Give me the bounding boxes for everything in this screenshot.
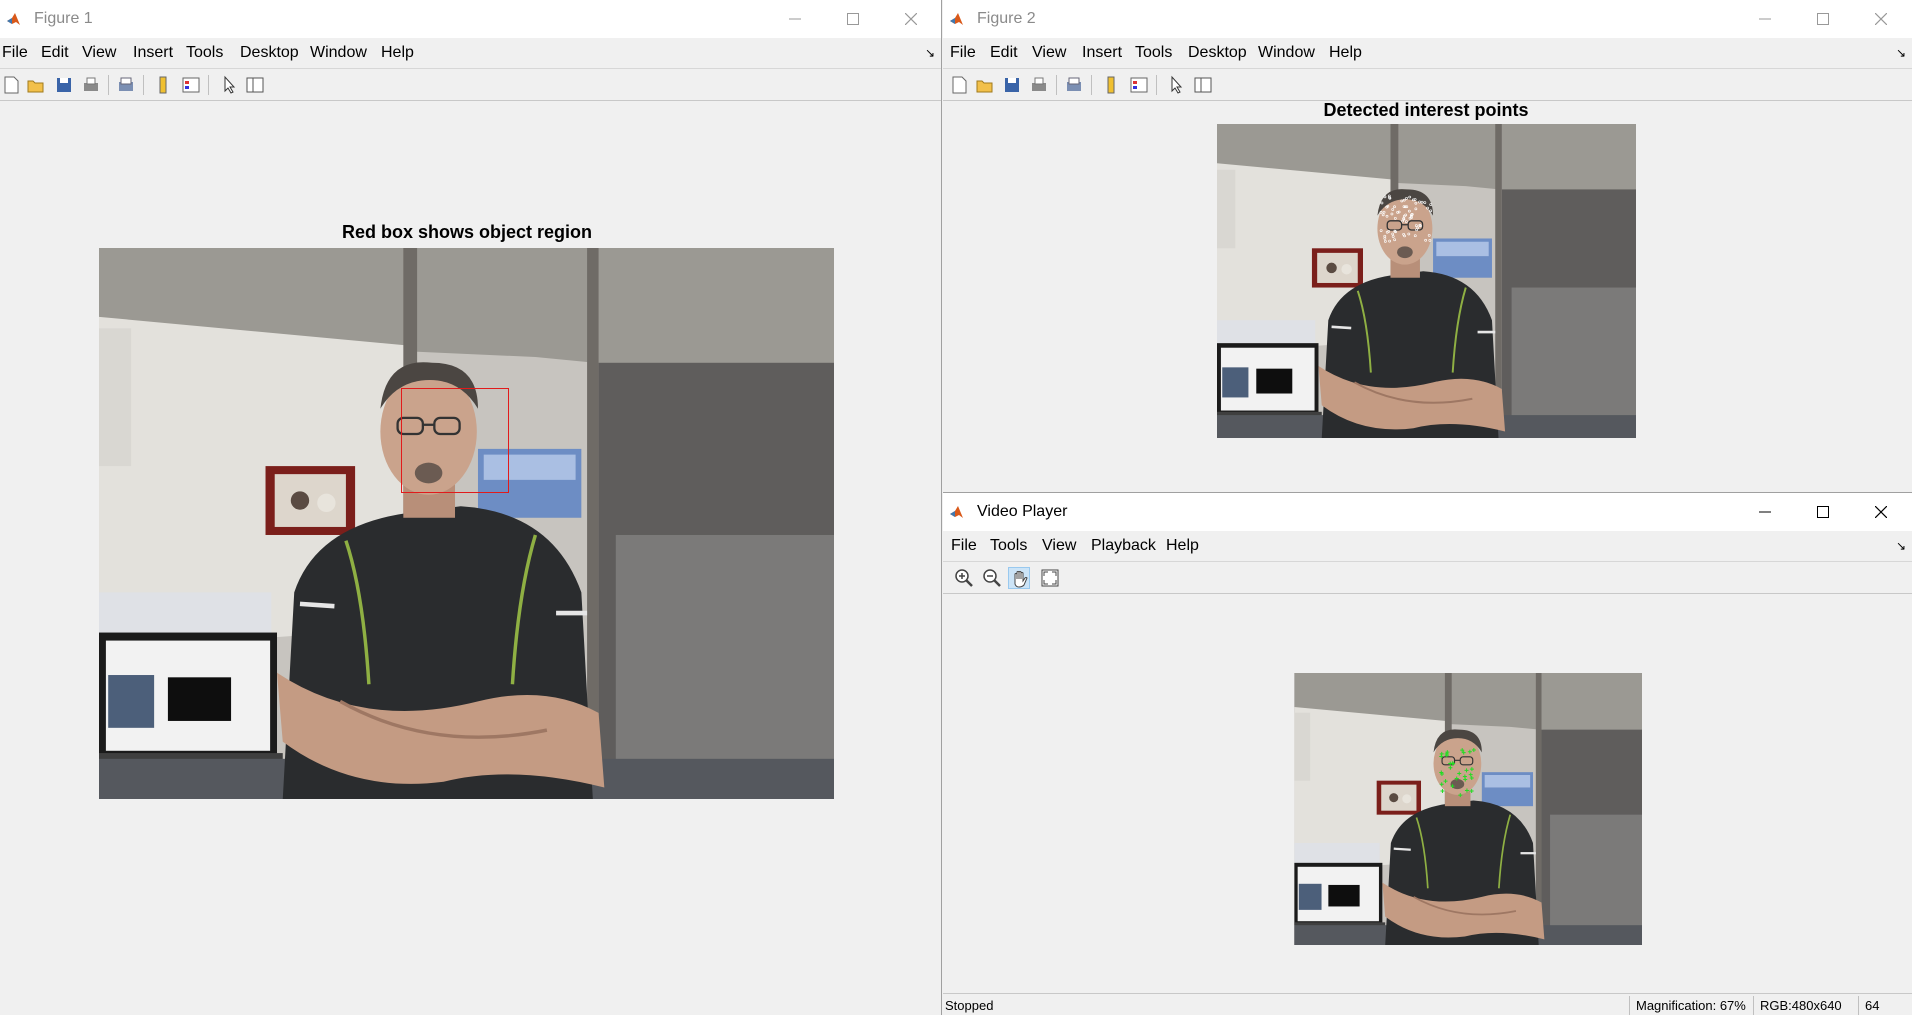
legend-icon[interactable] [180,74,202,96]
menu-playback[interactable]: Playback [1091,537,1156,555]
video-frame-image[interactable] [99,248,834,799]
menu-view[interactable]: View [1032,44,1066,62]
playback-status: Stopped [945,998,994,1013]
menu-file[interactable]: File [951,537,977,555]
toolbar-separator [208,75,209,95]
maximize-button[interactable] [824,0,882,38]
menubar: File Tools View Playback Help ↘ [943,531,1912,561]
minimize-icon [1759,511,1771,513]
legend-icon[interactable] [1128,74,1150,96]
menubar: File Edit View Insert Tools Desktop Wind… [0,38,941,68]
new-figure-icon[interactable] [0,74,22,96]
minimize-button[interactable] [766,0,824,38]
menu-window[interactable]: Window [1258,44,1315,62]
menu-help[interactable]: Help [381,44,414,62]
dock-arrow-icon[interactable]: ↘ [925,46,935,60]
menu-insert[interactable]: Insert [1082,44,1122,62]
matlab-icon [950,13,963,25]
close-button[interactable] [1852,0,1910,38]
print-preview-icon[interactable] [1063,74,1085,96]
video-frame-image[interactable] [1217,124,1636,438]
edit-plot-icon[interactable] [1165,74,1187,96]
maximize-icon [1817,506,1829,518]
pan-hand-icon[interactable] [1008,567,1030,589]
object-region-box [401,388,509,493]
axes-title: Red box shows object region [341,222,593,242]
menu-window[interactable]: Window [310,44,367,62]
frame-number: 64 [1858,996,1885,1015]
maximize-button[interactable] [1794,493,1852,531]
colorbar-icon[interactable] [1100,74,1122,96]
close-button[interactable] [1852,493,1910,531]
figure2-titlebar[interactable]: Figure 2 [943,0,1912,38]
close-icon [1875,13,1887,25]
menu-insert[interactable]: Insert [133,44,173,62]
video-frame-image[interactable] [1214,633,1642,953]
menu-tools[interactable]: Tools [1135,44,1172,62]
open-file-icon[interactable] [25,74,47,96]
figure1-window: Figure 1 File Edit View Insert Tools Des… [0,0,942,1015]
fit-to-window-icon[interactable] [1039,567,1061,589]
toolbar-separator [108,75,109,95]
print-preview-icon[interactable] [115,74,137,96]
menu-tools[interactable]: Tools [186,44,223,62]
new-figure-icon[interactable] [948,74,970,96]
close-icon [1875,506,1887,518]
axes-title: Detected interest points [1323,100,1529,120]
menu-help[interactable]: Help [1166,537,1199,555]
property-inspector-icon[interactable] [1192,74,1214,96]
save-icon[interactable] [53,74,75,96]
menu-file[interactable]: File [950,44,976,62]
toolbar-separator [1056,75,1057,95]
minimize-button[interactable] [1736,493,1794,531]
toolbar-separator [143,75,144,95]
menubar: File Edit View Insert Tools Desktop Wind… [943,38,1912,68]
maximize-icon [847,13,859,25]
toolbar-separator [1091,75,1092,95]
window-title: Figure 1 [34,10,93,27]
menu-view[interactable]: View [82,44,116,62]
video-player-titlebar[interactable]: Video Player [943,493,1912,531]
toolbar-separator [1156,75,1157,95]
figure1-titlebar[interactable]: Figure 1 [0,0,941,38]
edit-plot-icon[interactable] [218,74,240,96]
magnification-readout: Magnification: 67% [1629,996,1752,1015]
matlab-icon [7,13,20,25]
menu-view[interactable]: View [1042,537,1076,555]
close-button[interactable] [882,0,940,38]
figure2-window: Figure 2 File Edit View Insert Tools Des… [943,0,1912,492]
colorbar-icon[interactable] [152,74,174,96]
window-title: Video Player [977,503,1068,520]
window-title: Figure 2 [977,10,1036,27]
video-player-window: Video Player File Tools View Playback He… [943,492,1912,1015]
menu-edit[interactable]: Edit [990,44,1018,62]
video-toolbar [943,561,1912,594]
minimize-icon [789,18,801,20]
property-inspector-icon[interactable] [244,74,266,96]
menu-edit[interactable]: Edit [41,44,69,62]
dock-arrow-icon[interactable]: ↘ [1896,46,1906,60]
figure-toolbar [943,68,1912,101]
minimize-button[interactable] [1736,0,1794,38]
matlab-icon [950,506,963,518]
menu-help[interactable]: Help [1329,44,1362,62]
maximize-icon [1817,13,1829,25]
print-icon[interactable] [80,74,102,96]
figure-toolbar [0,68,941,101]
menu-file[interactable]: File [2,44,28,62]
menu-tools[interactable]: Tools [990,537,1027,555]
image-info-readout: RGB:480x640 [1753,996,1848,1015]
zoom-in-icon[interactable] [953,567,975,589]
save-icon[interactable] [1001,74,1023,96]
minimize-icon [1759,18,1771,20]
maximize-button[interactable] [1794,0,1852,38]
status-bar: Stopped Magnification: 67% RGB:480x640 6… [943,993,1912,1015]
dock-arrow-icon[interactable]: ↘ [1896,539,1906,553]
open-file-icon[interactable] [974,74,996,96]
close-icon [905,13,917,25]
print-icon[interactable] [1028,74,1050,96]
menu-desktop[interactable]: Desktop [1188,44,1247,62]
zoom-out-icon[interactable] [981,567,1003,589]
menu-desktop[interactable]: Desktop [240,44,299,62]
